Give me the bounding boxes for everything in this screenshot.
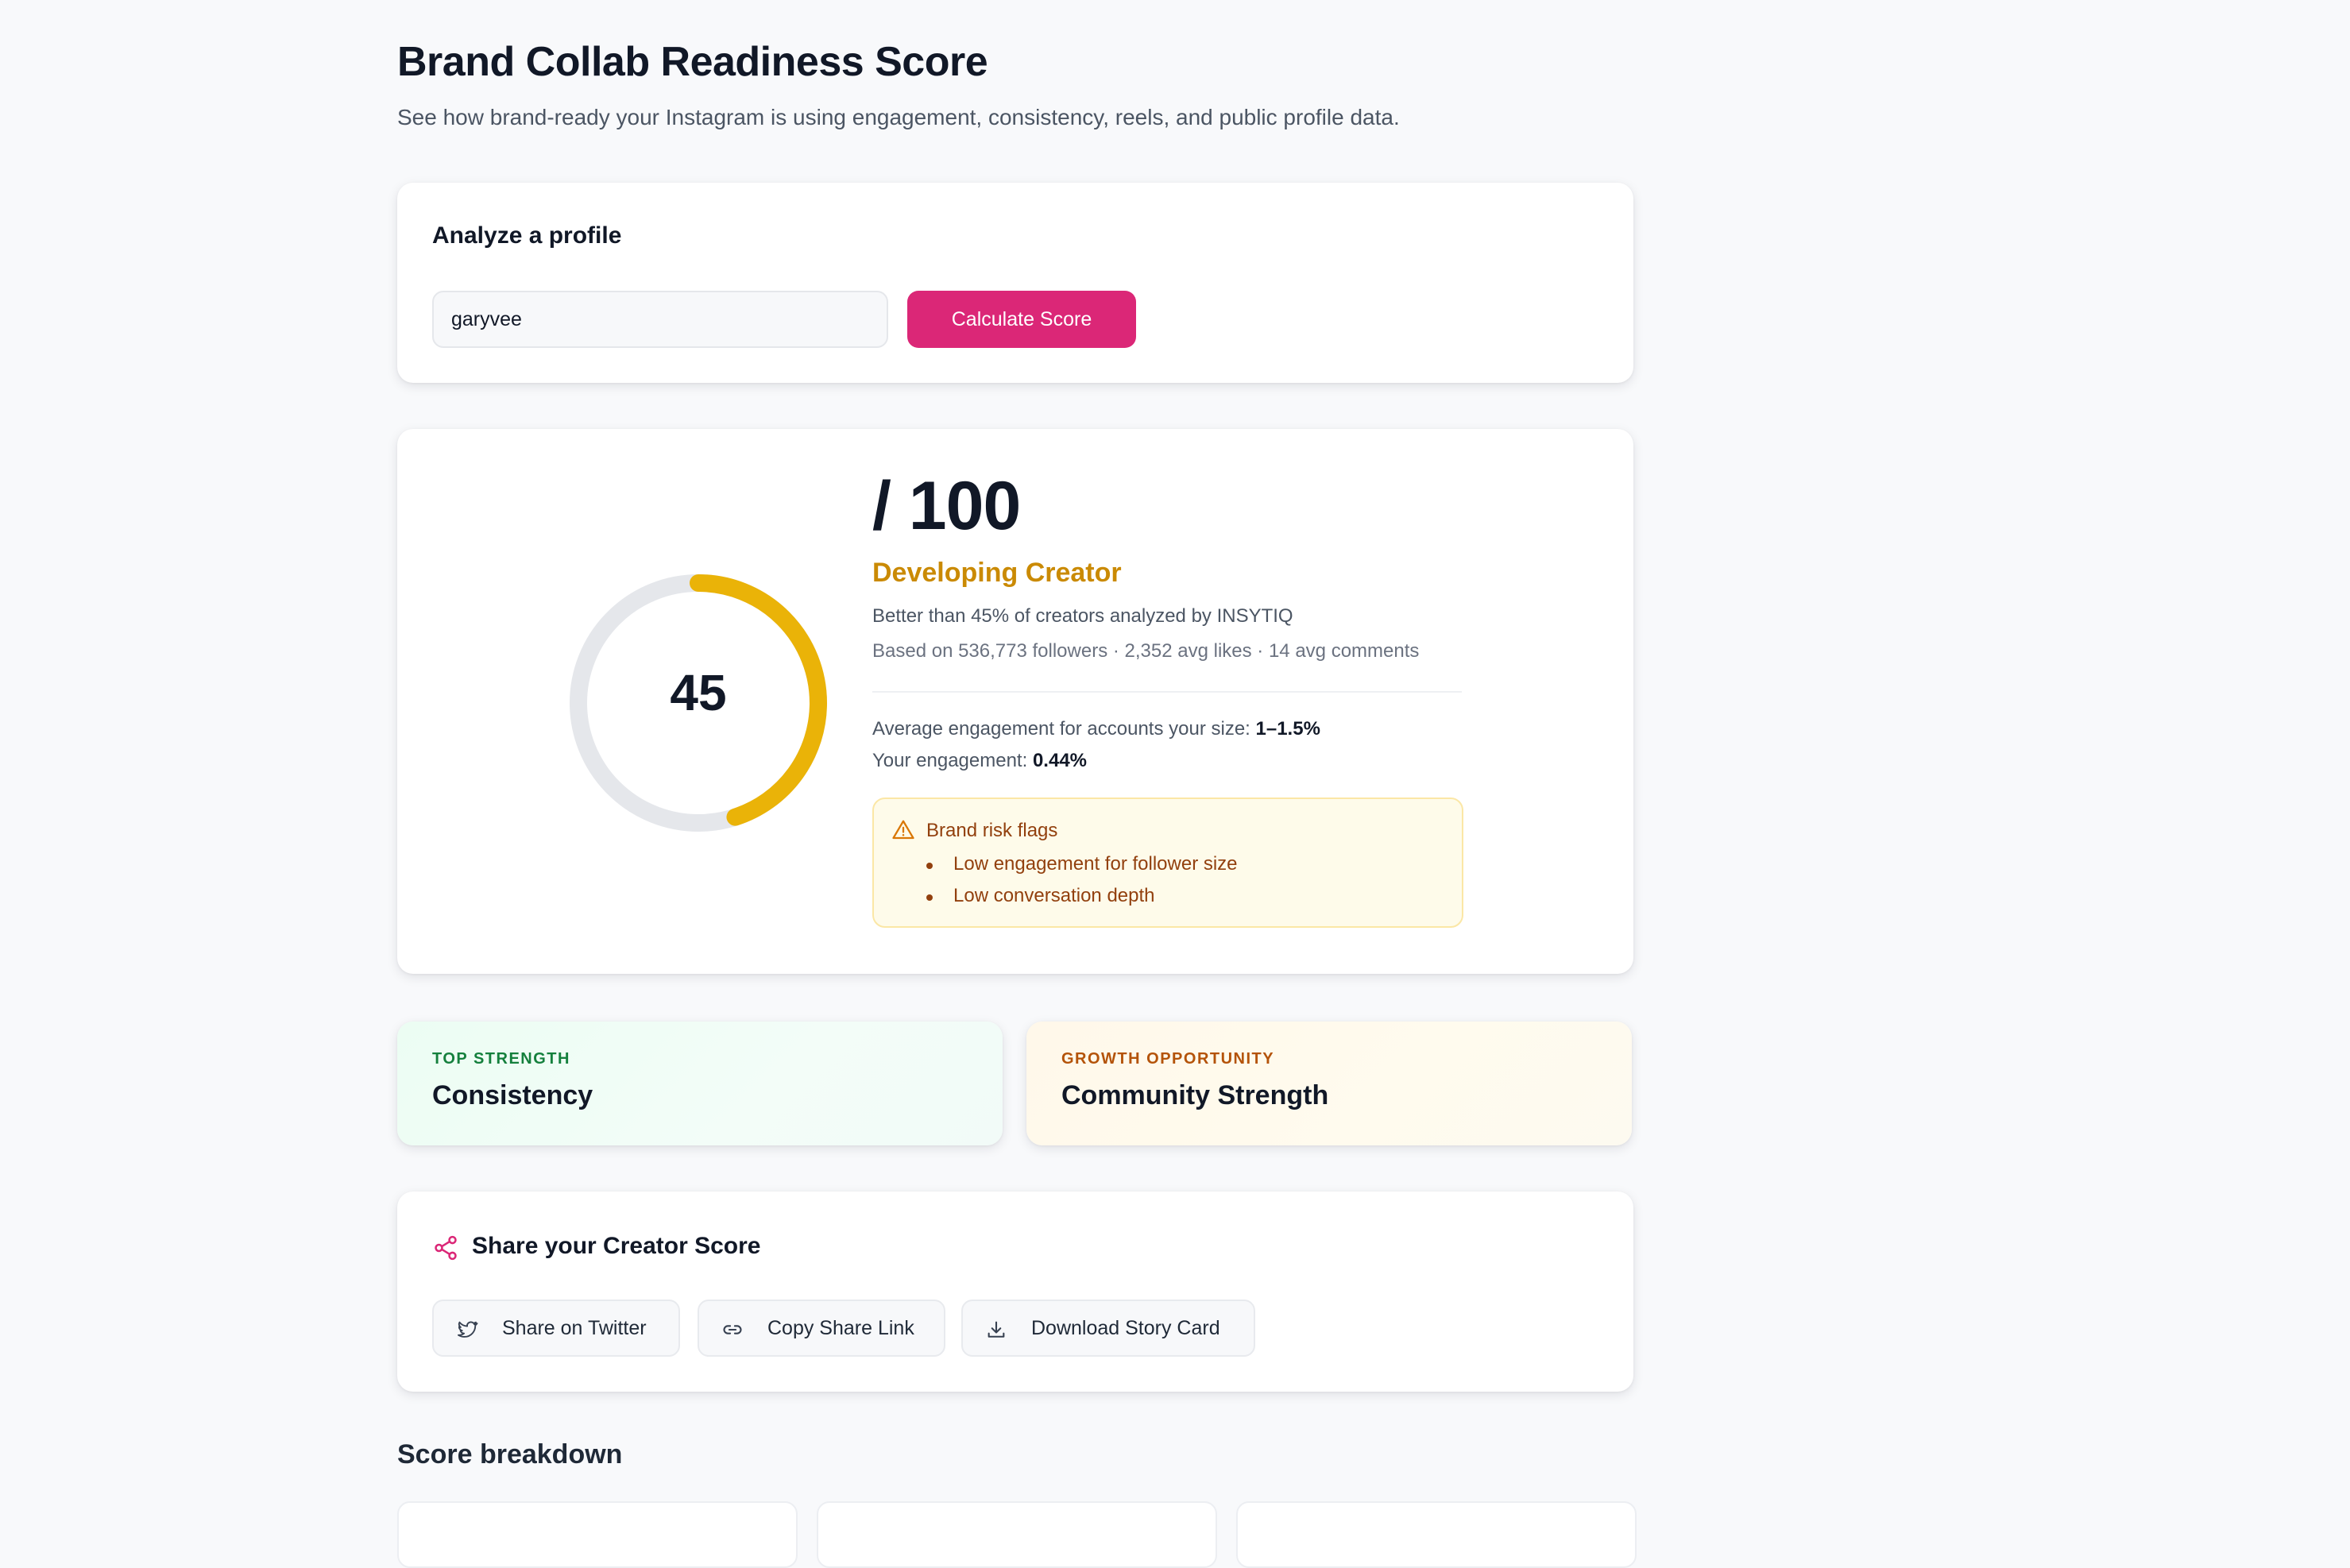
- growth-opportunity-label: GROWTH OPPORTUNITY: [1061, 1050, 1275, 1068]
- copy-share-link-label: Copy Share Link: [767, 1317, 914, 1339]
- breakdown-card: [1236, 1501, 1637, 1568]
- analyze-title: Analyze a profile: [432, 222, 622, 249]
- score-card: 45 / 100 Developing Creator Better than …: [397, 429, 1633, 974]
- score-value: 45: [670, 664, 727, 721]
- page-title: Brand Collab Readiness Score: [397, 39, 988, 85]
- divider: [872, 691, 1462, 693]
- your-engagement-label: Your engagement:: [872, 750, 1028, 771]
- score-tier: Developing Creator: [872, 558, 1122, 588]
- profile-stats-text: Based on 536,773 followers · 2,352 avg l…: [872, 640, 1420, 662]
- analyze-card: Analyze a profile Calculate Score: [397, 183, 1633, 383]
- risk-flag-item: Low conversation depth: [953, 885, 1155, 906]
- your-engagement-text: Your engagement: 0.44%: [872, 750, 1087, 772]
- top-strength-value: Consistency: [432, 1080, 593, 1110]
- risk-flags-title: Brand risk flags: [926, 820, 1058, 841]
- bullet: [926, 863, 933, 869]
- download-story-card-button[interactable]: Download Story Card: [961, 1300, 1255, 1357]
- bullet: [926, 894, 933, 901]
- copy-share-link-button[interactable]: Copy Share Link: [698, 1300, 945, 1357]
- share-title: Share your Creator Score: [472, 1233, 761, 1259]
- avg-engagement-value: 1–1.5%: [1255, 718, 1320, 740]
- twitter-icon: [457, 1321, 478, 1338]
- link-icon: [723, 1325, 742, 1334]
- percentile-text: Better than 45% of creators analyzed by …: [872, 605, 1293, 627]
- download-icon: [988, 1321, 1005, 1338]
- growth-opportunity-value: Community Strength: [1061, 1080, 1329, 1110]
- download-story-card-label: Download Story Card: [1031, 1317, 1220, 1339]
- share-twitter-label: Share on Twitter: [502, 1317, 647, 1339]
- breakdown-card: [817, 1501, 1217, 1568]
- your-engagement-value: 0.44%: [1032, 750, 1088, 771]
- share-icon: [435, 1235, 457, 1261]
- top-strength-label: TOP STRENGTH: [432, 1050, 570, 1068]
- avg-engagement-text: Average engagement for accounts your siz…: [872, 718, 1320, 740]
- calculate-score-button[interactable]: Calculate Score: [907, 291, 1136, 348]
- share-card: Share your Creator Score Share on Twitte…: [397, 1191, 1633, 1392]
- avg-engagement-label: Average engagement for accounts your siz…: [872, 718, 1250, 740]
- growth-opportunity-card: GROWTH OPPORTUNITY Community Strength: [1026, 1022, 1632, 1145]
- score-breakdown-title: Score breakdown: [397, 1439, 623, 1470]
- warning-triangle-icon: [892, 820, 914, 840]
- share-twitter-button[interactable]: Share on Twitter: [432, 1300, 680, 1357]
- breakdown-card: [397, 1501, 798, 1568]
- risk-flags-box: Brand risk flags Low engagement for foll…: [872, 798, 1463, 928]
- page-subtitle: See how brand-ready your Instagram is us…: [397, 105, 1400, 129]
- username-input[interactable]: [432, 291, 888, 348]
- top-strength-card: TOP STRENGTH Consistency: [397, 1022, 1003, 1145]
- risk-flag-item: Low engagement for follower size: [953, 853, 1238, 875]
- score-out-of: / 100: [872, 468, 1021, 544]
